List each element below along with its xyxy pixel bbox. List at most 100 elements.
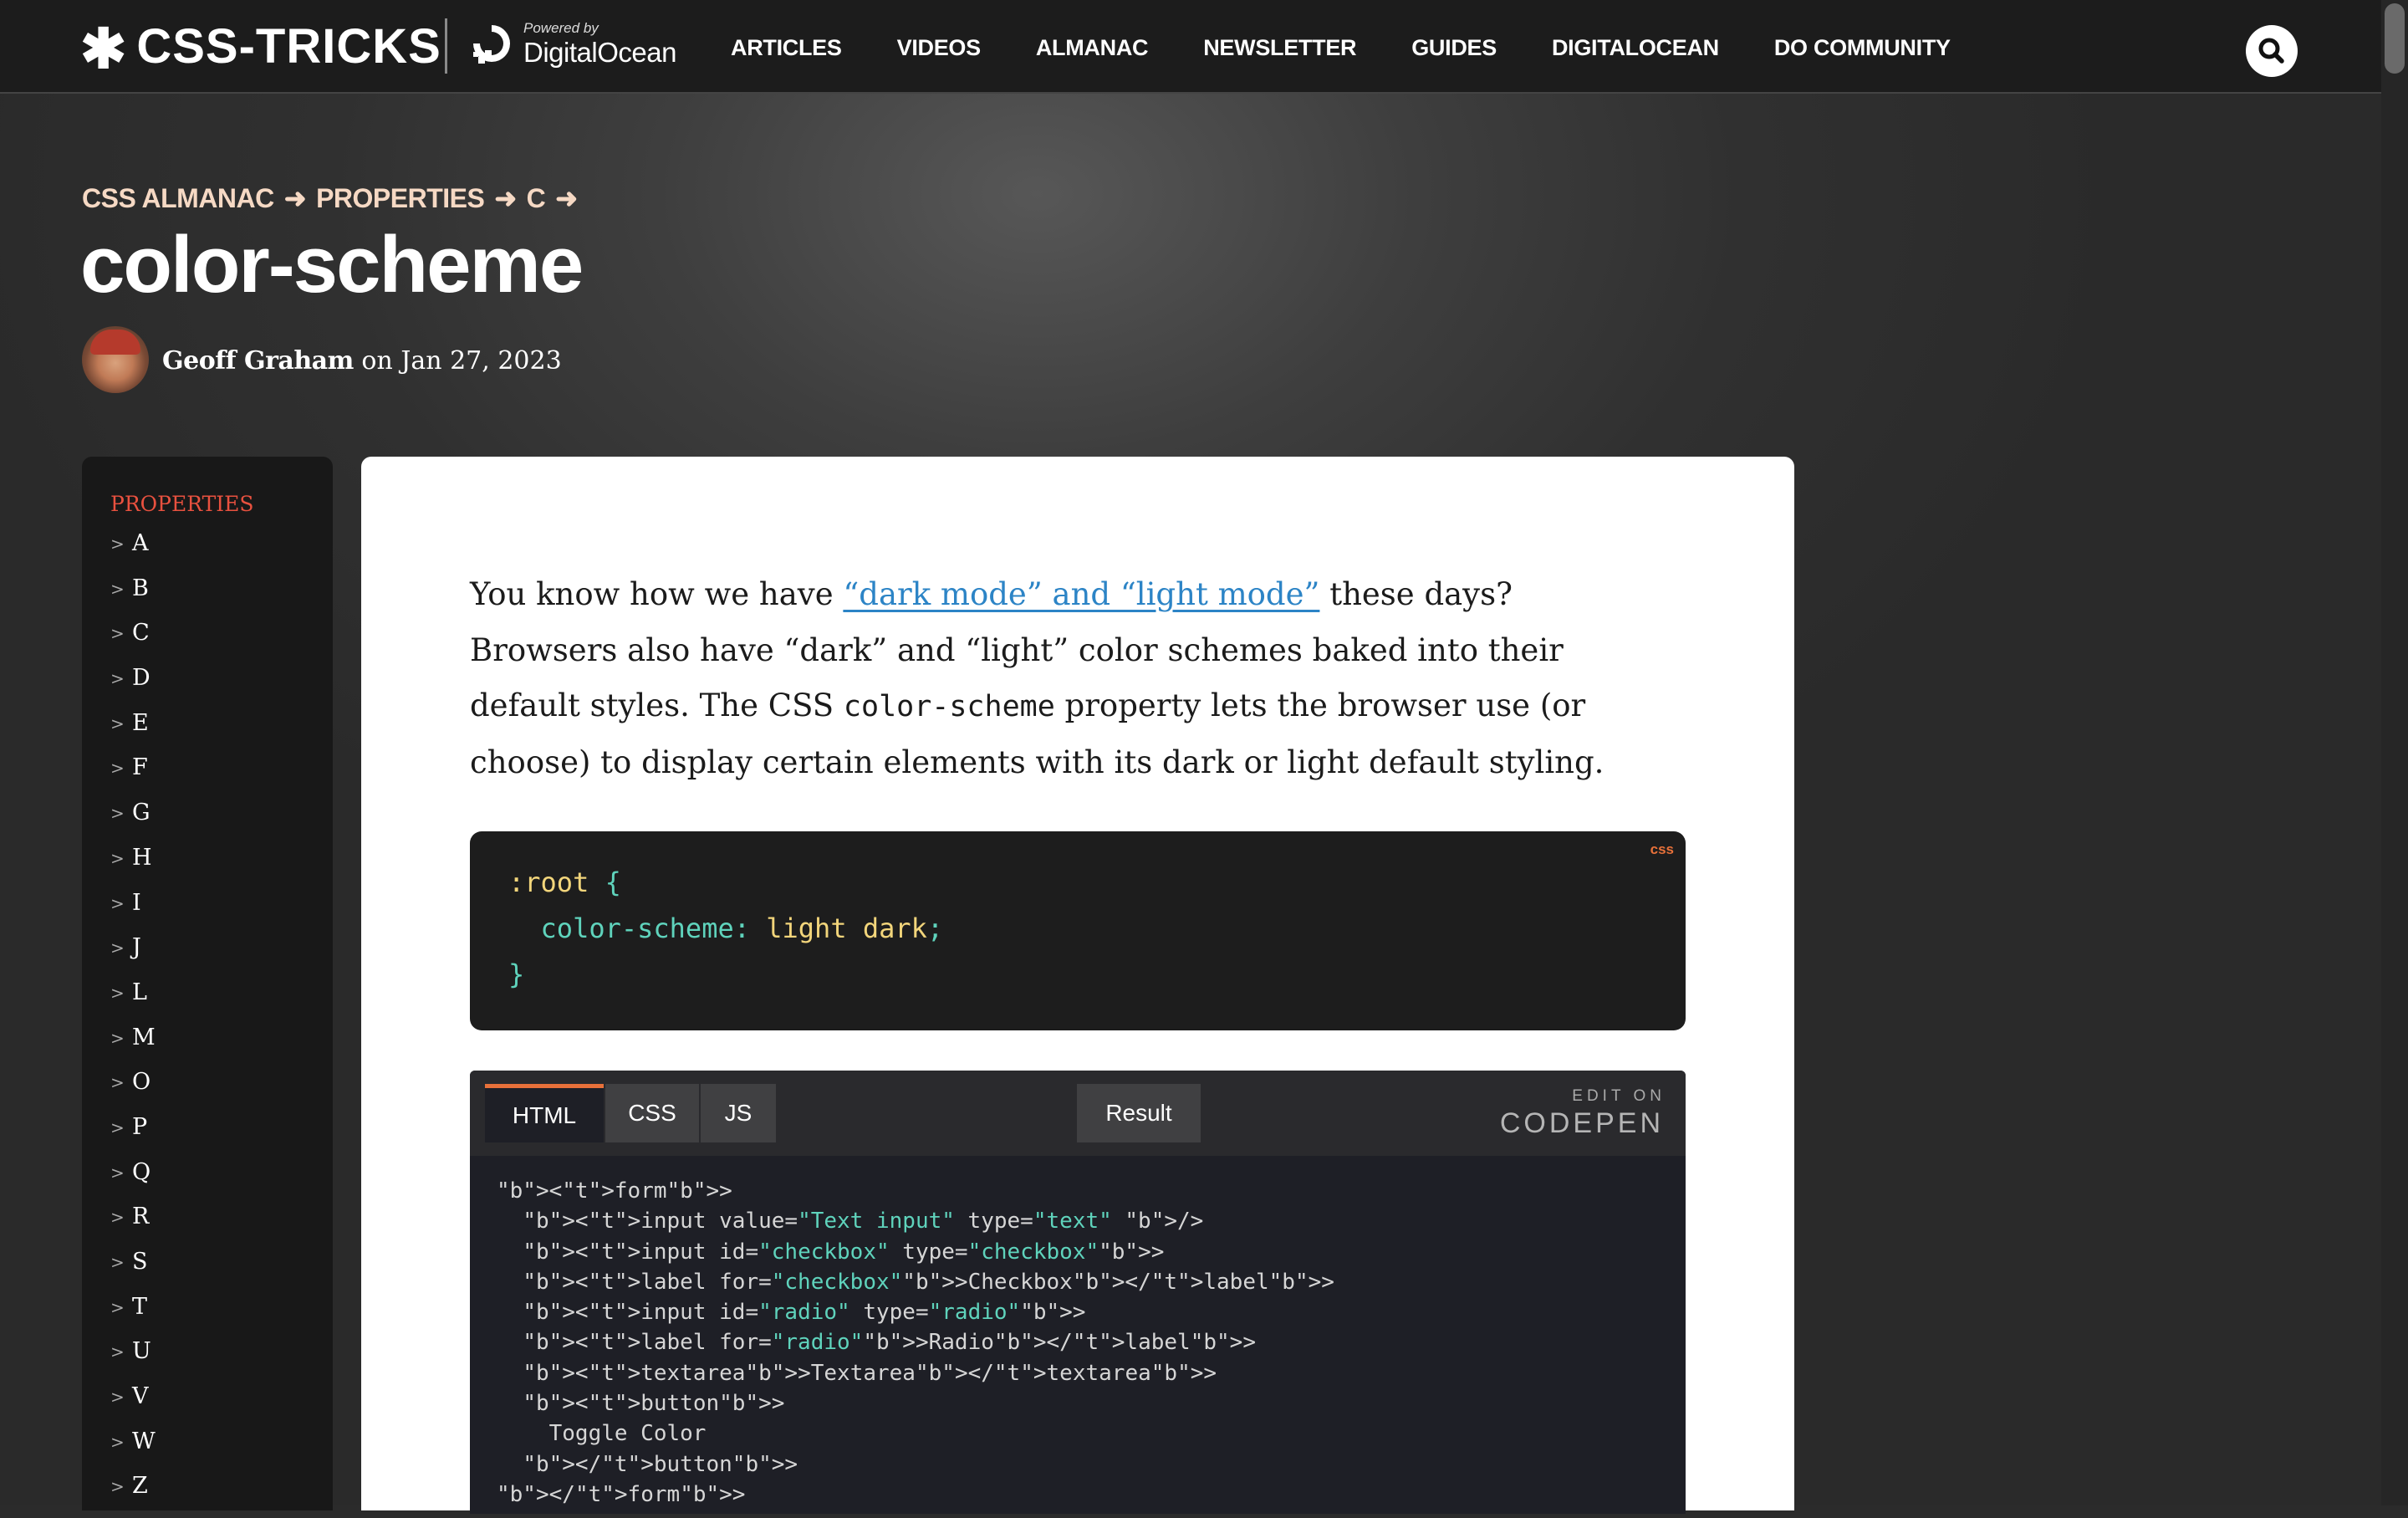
search-button[interactable]: [2246, 25, 2298, 77]
sidebar-item-r[interactable]: > R: [110, 1204, 156, 1249]
chevron-right-icon: >: [110, 668, 125, 689]
sidebar-item-u[interactable]: > U: [110, 1338, 156, 1383]
sidebar-item-o[interactable]: > O: [110, 1069, 156, 1114]
chevron-right-icon: >: [110, 1117, 125, 1137]
chevron-right-icon: >: [110, 1252, 125, 1272]
code-line: "b"><"t">textarea"b">>Textarea"b"></"t">…: [523, 1360, 1217, 1386]
css-code-block: css :root { color-scheme: light dark; }: [470, 831, 1686, 1030]
code-line: "b"><"t">input value="Text input" type="…: [523, 1209, 1204, 1234]
sidebar-item-h[interactable]: > H: [110, 845, 156, 890]
chevron-right-icon: >: [110, 982, 125, 1003]
letter-list: > A > B > C > D > E > F > G > H > I > J > L > M > O >…: [110, 530, 156, 1518]
sidebar-item-d[interactable]: > D: [110, 665, 156, 710]
code-selector: :root: [508, 866, 589, 898]
nav-link-videos[interactable]: VIDEOS: [897, 35, 982, 61]
html-code-content: "b"><"t">form"b">> "b"><"t">input value=…: [497, 1176, 1334, 1510]
top-nav: ✱ CSS-TRICKS Powered by DigitalOcean ART…: [0, 0, 2381, 94]
chevron-right-icon: >: [110, 1162, 125, 1183]
sidebar-item-f[interactable]: > F: [110, 754, 156, 800]
avatar[interactable]: [82, 326, 149, 393]
code-line: Toggle Color: [497, 1421, 707, 1447]
chevron-right-icon: >: [110, 1431, 125, 1452]
scrollbar-thumb[interactable]: [2385, 3, 2405, 74]
tab-css[interactable]: CSS: [605, 1084, 699, 1142]
tab-html[interactable]: HTML: [485, 1084, 604, 1142]
tab-js[interactable]: JS: [701, 1084, 776, 1142]
code-line: "b"><"t">input id="checkbox" type="check…: [523, 1239, 1165, 1265]
code-line: "b"><"t">input id="radio" type="radio""b…: [523, 1300, 1086, 1326]
intro-text: You know how we have: [470, 576, 844, 612]
code-property: color-scheme: [540, 912, 734, 944]
byline: Geoff Graham on Jan 27, 2023: [162, 346, 562, 376]
date-prefix: on: [361, 346, 393, 376]
sidebar-item-v[interactable]: > V: [110, 1383, 156, 1429]
css-tricks-logo[interactable]: ✱ CSS-TRICKS: [80, 18, 441, 79]
breadcrumb-properties[interactable]: PROPERTIES: [316, 183, 485, 214]
sidebar-item-p[interactable]: > P: [110, 1114, 156, 1159]
publish-date: Jan 27, 2023: [400, 346, 562, 376]
code-brace: {: [605, 866, 621, 898]
sidebar-item-s[interactable]: > S: [110, 1249, 156, 1294]
dark-light-mode-link[interactable]: “dark mode” and “light mode”: [843, 576, 1319, 612]
arrow-right-icon: ➜: [494, 183, 517, 213]
search-icon: [2258, 38, 2284, 64]
sidebar-item-j[interactable]: > J: [110, 934, 156, 979]
nav-link-articles[interactable]: ARTICLES: [731, 35, 842, 61]
codepen-embed: HTML CSS JS Result EDIT ON CODEPEN "b"><…: [470, 1071, 1686, 1514]
chevron-right-icon: >: [110, 1027, 125, 1048]
codepen-logo[interactable]: CODEPEN: [1500, 1107, 1664, 1140]
digitalocean-icon[interactable]: [468, 20, 515, 67]
nav-link-newsletter[interactable]: NEWSLETTER: [1203, 35, 1356, 61]
window-scrollbar[interactable]: [2381, 0, 2408, 1505]
code-language-label: css: [1650, 841, 1674, 857]
sidebar-item-m[interactable]: > M: [110, 1025, 156, 1070]
breadcrumb-c[interactable]: C: [527, 183, 546, 214]
asterisk-icon: ✱: [80, 18, 127, 79]
chevron-right-icon: >: [110, 713, 125, 733]
sidebar-item-g[interactable]: > G: [110, 800, 156, 845]
sidebar-item-l[interactable]: > L: [110, 979, 156, 1025]
codepen-toolbar: HTML CSS JS Result EDIT ON CODEPEN: [470, 1071, 1686, 1156]
chevron-right-icon: >: [110, 847, 125, 868]
nav-link-guides[interactable]: GUIDES: [1411, 35, 1497, 61]
author-link[interactable]: Geoff Graham: [162, 346, 354, 376]
avatar-hat: [90, 330, 140, 355]
sidebar-item-e[interactable]: > E: [110, 710, 156, 755]
nav-link-digitalocean[interactable]: DIGITALOCEAN: [1552, 35, 1719, 61]
code-content: :root { color-scheme: light dark; }: [508, 860, 943, 998]
nav-link-do-community[interactable]: DO COMMUNITY: [1774, 35, 1951, 61]
chevron-right-icon: >: [110, 758, 125, 779]
tab-result[interactable]: Result: [1077, 1084, 1201, 1142]
powered-by-label: Powered by: [523, 20, 599, 36]
sidebar-item-t[interactable]: > T: [110, 1294, 156, 1339]
code-line: "b"><"t">label for="radio""b">>Radio"b">…: [523, 1330, 1256, 1356]
digitalocean-link[interactable]: DigitalOcean: [523, 37, 676, 69]
chevron-right-icon: >: [110, 1342, 125, 1362]
page-title: color-scheme: [80, 220, 584, 309]
code-line: "b"><"t">button"b">>: [523, 1391, 785, 1417]
sidebar-item-a[interactable]: > A: [110, 530, 156, 575]
chevron-right-icon: >: [110, 1476, 125, 1497]
chevron-right-icon: >: [110, 1387, 125, 1408]
breadcrumb-almanac[interactable]: CSS ALMANAC: [82, 183, 274, 214]
sidebar-item-q[interactable]: > Q: [110, 1159, 156, 1204]
sidebar-item-c[interactable]: > C: [110, 620, 156, 665]
chevron-right-icon: >: [110, 623, 125, 644]
article-card: You know how we have “dark mode” and “li…: [361, 457, 1794, 1514]
sidebar-item-z[interactable]: > Z: [110, 1473, 156, 1518]
chevron-right-icon: >: [110, 1207, 125, 1228]
chevron-right-icon: >: [110, 892, 125, 913]
sidebar-item-i[interactable]: > I: [110, 890, 156, 935]
logo-text: CSS-TRICKS: [136, 18, 441, 74]
chevron-right-icon: >: [110, 938, 125, 958]
intro-paragraph: You know how we have “dark mode” and “li…: [470, 567, 1657, 790]
chevron-right-icon: >: [110, 534, 125, 554]
arrow-right-icon: ➜: [555, 183, 578, 213]
sidebar-item-w[interactable]: > W: [110, 1429, 156, 1474]
nav-link-almanac[interactable]: ALMANAC: [1036, 35, 1149, 61]
properties-sidebar: PROPERTIES > A > B > C > D > E > F > G > H > I > J…: [82, 457, 333, 1510]
sidebar-item-b[interactable]: > B: [110, 575, 156, 621]
code-colon: :: [733, 912, 750, 944]
code-semicolon: ;: [926, 912, 944, 944]
edit-on-label[interactable]: EDIT ON: [1572, 1087, 1666, 1106]
